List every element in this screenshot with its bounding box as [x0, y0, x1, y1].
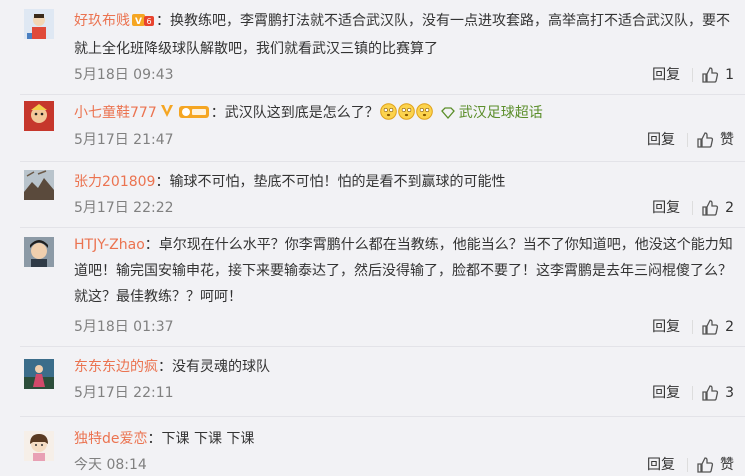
- verified-badge-icon: [159, 102, 175, 128]
- divider: [692, 320, 694, 334]
- divider: [692, 201, 694, 215]
- comment-actions: 回复 赞: [647, 130, 734, 150]
- like-button[interactable]: 2: [701, 198, 734, 218]
- like-button[interactable]: 赞: [696, 455, 734, 475]
- comment-text: ：换教练吧，李霄鹏打法就不适合武汉队，没有一点进攻套路，高举高打不适合武汉队，要…: [74, 13, 730, 57]
- reply-button[interactable]: 回复: [652, 65, 680, 85]
- like-label: 赞: [720, 132, 734, 148]
- reply-button[interactable]: 回复: [647, 130, 675, 150]
- topic-label: 武汉足球超话: [458, 105, 543, 121]
- divider: [20, 416, 745, 417]
- comment-body: 东东东边的疯：没有灵魂的球队: [74, 354, 734, 380]
- comment-body: HTJY-Zhao：卓尔现在什么水平？你李霄鹏什么都在当教练，他能当么？当不了你…: [74, 232, 734, 310]
- thumbs-up-icon: [702, 200, 719, 216]
- avatar[interactable]: [24, 170, 54, 200]
- comment-body: 独特de爱恋：下课 下课 下课: [74, 426, 734, 452]
- topic-link[interactable]: 武汉足球超话: [440, 105, 543, 121]
- comment-meta: 5月17日 22:22 回复 2: [74, 198, 734, 218]
- divider: [692, 386, 694, 400]
- fan-badge-icon: [178, 102, 209, 128]
- divider: [20, 227, 745, 228]
- avatar[interactable]: [24, 101, 54, 131]
- thumbs-up-icon: [697, 457, 714, 473]
- reply-button[interactable]: 回复: [647, 455, 675, 475]
- like-button[interactable]: 赞: [696, 130, 734, 150]
- comment-time: 5月18日 09:43: [74, 67, 174, 83]
- divider: [687, 458, 688, 472]
- comment-text: ：输球不可怕，垫底不可怕！怕的是看不到赢球的可能性: [155, 174, 506, 190]
- comment-body: 好玖布贱 V 6 ：换教练吧，李霄鹏打法就不适合武汉队，没有一点进攻套路，高举高打不适…: [74, 8, 734, 62]
- svg-text:V: V: [135, 17, 142, 27]
- reply-button[interactable]: 回复: [652, 198, 680, 218]
- comment-text: ：武汉队这到底是怎么了？: [210, 105, 379, 121]
- comment-username[interactable]: 好玖布贱: [74, 13, 130, 29]
- like-button[interactable]: 3: [701, 383, 734, 403]
- comment-meta: 5月17日 22:11 回复 3: [74, 383, 734, 403]
- avatar[interactable]: [24, 237, 54, 267]
- thumbs-up-icon: [697, 132, 714, 148]
- like-count: 2: [725, 319, 734, 335]
- comment-meta: 5月18日 01:37 回复 2: [74, 317, 734, 337]
- divider: [687, 133, 688, 147]
- comment-time: 5月18日 01:37: [74, 319, 174, 335]
- comment-text: ：没有灵魂的球队: [158, 359, 270, 375]
- comment-meta: 今天 08:14 回复 赞: [74, 455, 734, 475]
- thumbs-up-icon: [702, 385, 719, 401]
- comment-actions: 回复 1: [652, 65, 734, 85]
- comment-actions: 回复 3: [652, 383, 734, 403]
- comment-username[interactable]: HTJY-Zhao: [74, 237, 145, 253]
- divider: [692, 68, 694, 82]
- reply-button[interactable]: 回复: [652, 383, 680, 403]
- comment-text: ：卓尔现在什么水平？你李霄鹏什么都在当教练，他能当么？当不了你知道吧，他没这个能…: [74, 237, 733, 305]
- divider: [20, 94, 745, 95]
- comment-username[interactable]: 小七童鞋777: [74, 105, 157, 121]
- divider: [20, 161, 745, 162]
- vip-badge-icon: V6: [132, 10, 154, 36]
- like-count: 1: [725, 67, 734, 83]
- emoji-icon: [397, 103, 415, 120]
- like-count: 2: [725, 200, 734, 216]
- comment-time: 5月17日 22:11: [74, 385, 174, 401]
- reply-button[interactable]: 回复: [652, 317, 680, 337]
- comment-actions: 回复 2: [652, 317, 734, 337]
- comment-meta: 5月17日 21:47 回复 赞: [74, 130, 734, 150]
- comment-list: 好玖布贱 V 6 ：换教练吧，李霄鹏打法就不适合武汉队，没有一点进攻套路，高举高打不适…: [0, 0, 745, 476]
- like-count: 3: [725, 385, 734, 401]
- comment-time: 5月17日 21:47: [74, 132, 174, 148]
- avatar[interactable]: [24, 359, 54, 389]
- emoji-icon: [379, 103, 397, 120]
- comment-actions: 回复 2: [652, 198, 734, 218]
- comment-meta: 5月18日 09:43 回复 1: [74, 65, 734, 85]
- comment-text: ：下课 下课 下课: [147, 431, 255, 447]
- avatar[interactable]: [24, 431, 54, 461]
- divider: [20, 346, 745, 347]
- thumbs-up-icon: [702, 319, 719, 335]
- emoji-icon: [415, 103, 433, 120]
- thumbs-up-icon: [702, 67, 719, 83]
- comment-time: 今天 08:14: [74, 457, 147, 473]
- comment-body: 张力201809：输球不可怕，垫底不可怕！怕的是看不到赢球的可能性: [74, 169, 734, 195]
- diamond-icon: [440, 102, 455, 128]
- like-button[interactable]: 1: [701, 65, 734, 85]
- comment-username[interactable]: 东东东边的疯: [74, 359, 158, 375]
- like-label: 赞: [720, 457, 734, 473]
- comment-body: 小七童鞋777 ：武汉队这到底是怎么了？ 武汉足球超话: [74, 100, 734, 128]
- like-button[interactable]: 2: [701, 317, 734, 337]
- comment-username[interactable]: 张力201809: [74, 174, 155, 190]
- comment-time: 5月17日 22:22: [74, 200, 174, 216]
- avatar[interactable]: [24, 9, 54, 39]
- comment-username[interactable]: 独特de爱恋: [74, 431, 148, 447]
- comment-actions: 回复 赞: [647, 455, 734, 475]
- svg-text:6: 6: [146, 17, 151, 26]
